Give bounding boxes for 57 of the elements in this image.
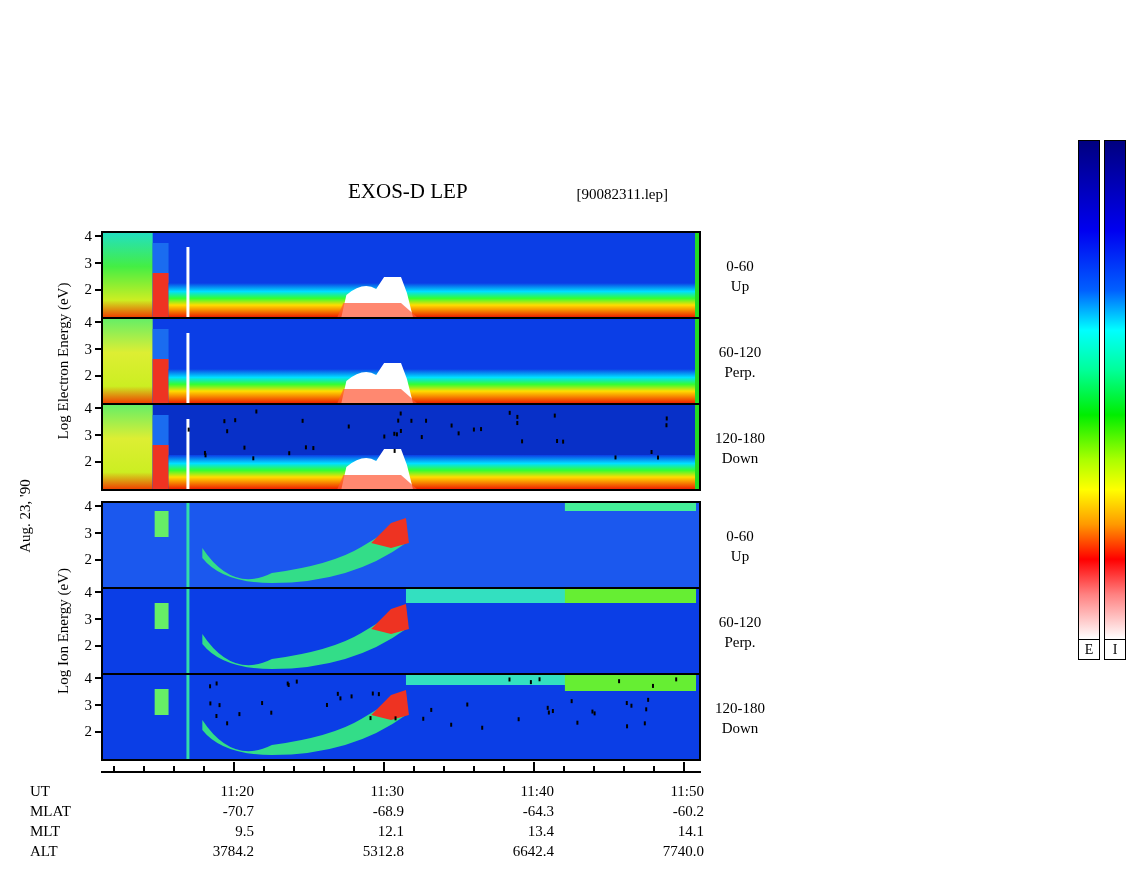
tick-label: 2	[84, 281, 92, 299]
axis-label: Log Electron Energy (eV)	[54, 282, 72, 440]
color-scale-label: I	[1104, 640, 1126, 660]
tick-label: 3	[84, 524, 92, 542]
file-name: [90082311.lep]	[576, 185, 668, 204]
axis-value: 11:50	[669, 782, 704, 801]
direction-label: Down	[721, 719, 759, 738]
tick-label: 3	[84, 340, 92, 358]
tick-label: 4	[84, 227, 92, 245]
tick-label: 3	[84, 254, 92, 272]
row-label: UT	[30, 782, 51, 801]
axis-value: -68.9	[371, 802, 404, 821]
direction-label: Perp.	[724, 633, 756, 652]
axis-value: 9.5	[234, 822, 254, 841]
axis-value: -70.7	[221, 802, 254, 821]
tick-label: 2	[84, 367, 92, 385]
axis-value: 11:30	[369, 782, 404, 801]
tick-label: 2	[84, 551, 92, 569]
pitch-angle-range: 0-60	[726, 257, 754, 276]
axis-value: 11:20	[219, 782, 254, 801]
axis-value: 11:40	[519, 782, 554, 801]
plot-title: EXOS-D LEP	[348, 178, 468, 204]
tick-label: 2	[84, 723, 92, 741]
tick-label: 2	[84, 453, 92, 471]
tick-label: 4	[84, 399, 92, 417]
date-label: Aug. 23, '90	[16, 479, 34, 553]
direction-label: Up	[730, 277, 750, 296]
axis-label: Log Ion Energy (eV)	[54, 568, 72, 694]
pitch-angle-range: 120-180	[715, 429, 765, 448]
tick-label: 4	[84, 583, 92, 601]
tick-label: 4	[84, 669, 92, 687]
tick-label: 3	[84, 610, 92, 628]
axis-value: -64.3	[521, 802, 554, 821]
tick-label: 4	[84, 497, 92, 515]
direction-label: Up	[730, 547, 750, 566]
direction-label: Down	[721, 449, 759, 468]
pitch-angle-range: 60-120	[718, 343, 762, 362]
axis-value: -60.2	[671, 802, 704, 821]
tick-label: 4	[84, 313, 92, 331]
tick-label: 3	[84, 426, 92, 444]
axis-value: 6642.4	[511, 842, 554, 861]
pitch-angle-range: 60-120	[718, 613, 762, 632]
tick-label: 2	[84, 637, 92, 655]
axis-value: 3784.2	[211, 842, 254, 861]
pitch-angle-range: 0-60	[726, 527, 754, 546]
tick-label: 3	[84, 696, 92, 714]
axis-value: 12.1	[376, 822, 404, 841]
direction-label: Perp.	[724, 363, 756, 382]
row-label: MLT	[30, 822, 62, 841]
axis-value: 13.4	[526, 822, 554, 841]
row-label: MLAT	[30, 802, 72, 821]
pitch-angle-range: 120-180	[715, 699, 765, 718]
axis-value: 14.1	[676, 822, 704, 841]
axis-value: 5312.8	[361, 842, 404, 861]
row-label: ALT	[30, 842, 59, 861]
color-scale-label: E	[1078, 640, 1100, 660]
axis-value: 7740.0	[661, 842, 704, 861]
